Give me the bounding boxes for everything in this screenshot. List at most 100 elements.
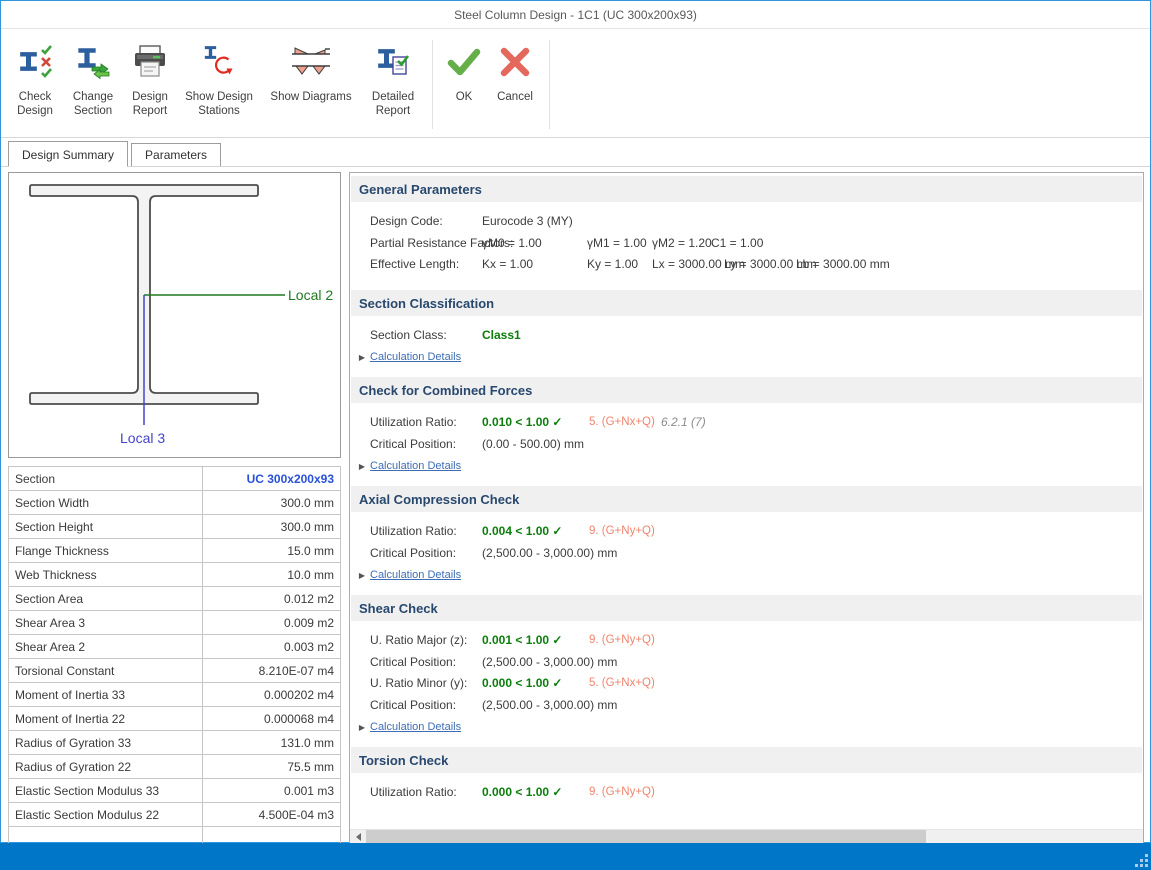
toolbar-button-label: Detailed Report — [364, 90, 422, 118]
resize-grip[interactable] — [1135, 854, 1148, 867]
table-row: Radius of Gyration 33131.0 mm — [9, 731, 341, 755]
calculation-details-link[interactable]: ▶ Calculation Details — [354, 721, 1143, 733]
ok-button[interactable]: OK — [441, 33, 487, 136]
row-value: γM1 = 1.00 — [587, 233, 652, 255]
utilization-ratio: 0.000 < 1.00 ✓ — [482, 782, 589, 804]
toolbar-button-label: Show Design Stations — [180, 90, 258, 118]
expand-arrow-icon: ▶ — [354, 353, 370, 362]
table-row: Moment of Inertia 220.000068 m4 — [9, 707, 341, 731]
load-combination: 5. (G+Nx+Q) — [589, 673, 661, 695]
section-header: General Parameters — [351, 176, 1142, 202]
utilization-ratio: 0.010 < 1.00 ✓ — [482, 412, 589, 434]
design-report-button[interactable]: Design Report — [124, 33, 176, 136]
table-row: Section Width300.0 mm — [9, 491, 341, 515]
section-axial-compression: Axial Compression Check Utilization Rati… — [350, 486, 1143, 595]
row-label: Critical Position: — [370, 695, 482, 717]
check-design-button[interactable]: Check Design — [8, 33, 62, 136]
toolbar-button-label: OK — [456, 90, 473, 104]
row-label: Utilization Ratio: — [370, 412, 482, 434]
row-label: Utilization Ratio: — [370, 782, 482, 804]
section-diagram: Local 2 Local 3 — [8, 172, 341, 458]
utilization-ratio: 0.001 < 1.00 ✓ — [482, 630, 589, 652]
table-row: Torsional Constant8.210E-07 m4 — [9, 659, 341, 683]
table-row: Radius of Gyration 2275.5 mm — [9, 755, 341, 779]
section-classification: Section Classification Section Class: Cl… — [350, 290, 1143, 378]
design-results-panel: General Parameters Design Code: Eurocode… — [349, 172, 1144, 845]
row-value: Ly = 3000.00 mm — [724, 254, 796, 276]
change-section-icon — [74, 38, 112, 86]
detailed-report-button[interactable]: Detailed Report — [362, 33, 424, 136]
row-value: Kx = 1.00 — [482, 254, 587, 276]
utilization-ratio: 0.004 < 1.00 ✓ — [482, 521, 589, 543]
steel-column-design-dialog: Steel Column Design - 1C1 (UC 300x200x93… — [0, 0, 1151, 843]
load-combination: 9. (G+Ny+Q) — [589, 630, 661, 652]
section-properties-table: SectionUC 300x200x93 Section Width300.0 … — [8, 466, 341, 845]
code-clause: 6.2.1 (7) — [661, 412, 1143, 434]
row-label: Critical Position: — [370, 652, 482, 674]
design-summary-page: Local 2 Local 3 SectionUC 300x200x93 Sec… — [1, 167, 1150, 845]
toolbar-button-label: Cancel — [497, 90, 533, 104]
toolbar-button-label: Design Report — [126, 90, 174, 118]
table-row: Shear Area 30.009 m2 — [9, 611, 341, 635]
calculation-details-link[interactable]: ▶ Calculation Details — [354, 460, 1143, 472]
expand-arrow-icon: ▶ — [354, 462, 370, 471]
calculation-details-link[interactable]: ▶ Calculation Details — [354, 569, 1143, 581]
results-viewport: General Parameters Design Code: Eurocode… — [350, 173, 1143, 829]
row-label: Effective Length: — [370, 254, 482, 276]
critical-position: (0.00 - 500.00) mm — [482, 434, 1143, 456]
row-value: Lb = 3000.00 mm — [796, 254, 1143, 276]
table-row: Elastic Section Modulus 224.500E-04 m3 — [9, 803, 341, 827]
table-row: SectionUC 300x200x93 — [9, 467, 341, 491]
critical-position: (2,500.00 - 3,000.00) mm — [482, 543, 1143, 565]
row-label: Section Class: — [370, 325, 482, 347]
title-bar[interactable]: Steel Column Design - 1C1 (UC 300x200x93… — [1, 1, 1150, 29]
row-value: Ky = 1.00 — [587, 254, 652, 276]
window-title: Steel Column Design - 1C1 (UC 300x200x93… — [454, 8, 697, 22]
row-label: Partial Resistance Factors: — [370, 233, 482, 255]
table-row: Web Thickness10.0 mm — [9, 563, 341, 587]
tab-design-summary[interactable]: Design Summary — [8, 141, 128, 167]
section-combined-forces: Check for Combined Forces Utilization Ra… — [350, 377, 1143, 486]
row-label: Critical Position: — [370, 543, 482, 565]
section-torsion-check: Torsion Check Utilization Ratio: 0.000 <… — [350, 747, 1143, 818]
load-combination: 5. (G+Nx+Q) — [589, 412, 661, 434]
design-stations-icon — [200, 38, 238, 86]
cancel-button[interactable]: Cancel — [489, 33, 541, 136]
row-value: γM2 = 1.20 — [652, 233, 711, 255]
critical-position: (2,500.00 - 3,000.00) mm — [482, 652, 1143, 674]
local2-axis-label: Local 2 — [288, 287, 333, 303]
horizontal-scrollbar[interactable] — [350, 829, 1143, 844]
app-status-bar — [0, 843, 1151, 870]
section-header: Section Classification — [351, 290, 1142, 316]
local3-axis-label: Local 3 — [120, 430, 165, 446]
show-design-stations-button[interactable]: Show Design Stations — [178, 33, 260, 136]
row-value: Lx = 3000.00 mm — [652, 254, 724, 276]
toolbar-button-label: Check Design — [10, 90, 60, 118]
table-row: Shear Area 20.003 m2 — [9, 635, 341, 659]
row-label: Utilization Ratio: — [370, 521, 482, 543]
left-panel: Local 2 Local 3 SectionUC 300x200x93 Sec… — [8, 172, 341, 845]
section-header: Axial Compression Check — [351, 486, 1142, 512]
section-header: Check for Combined Forces — [351, 377, 1142, 403]
print-icon — [131, 38, 169, 86]
result-value: Class1 — [482, 325, 1143, 347]
table-row: Section Height300.0 mm — [9, 515, 341, 539]
row-label: Design Code: — [370, 211, 482, 233]
ok-check-icon — [446, 38, 482, 86]
tab-parameters[interactable]: Parameters — [131, 143, 221, 166]
table-row: Moment of Inertia 330.000202 m4 — [9, 683, 341, 707]
toolbar-button-label: Change Section — [66, 90, 120, 118]
row-label: U. Ratio Major (z): — [370, 630, 482, 652]
expand-arrow-icon: ▶ — [354, 571, 370, 580]
show-diagrams-button[interactable]: Show Diagrams — [262, 33, 360, 136]
expand-arrow-icon: ▶ — [354, 723, 370, 732]
tab-strip: Design Summary Parameters — [1, 140, 1150, 167]
table-row: Elastic Section Modulus 330.001 m3 — [9, 779, 341, 803]
load-combination: 9. (G+Ny+Q) — [589, 782, 661, 804]
row-value: Eurocode 3 (MY) — [482, 211, 1143, 233]
section-shear-check: Shear Check U. Ratio Major (z): 0.001 < … — [350, 595, 1143, 747]
calculation-details-link[interactable]: ▶ Calculation Details — [354, 351, 1143, 363]
section-general-parameters: General Parameters Design Code: Eurocode… — [350, 176, 1143, 290]
change-section-button[interactable]: Change Section — [64, 33, 122, 136]
toolbar-separator — [549, 40, 550, 129]
